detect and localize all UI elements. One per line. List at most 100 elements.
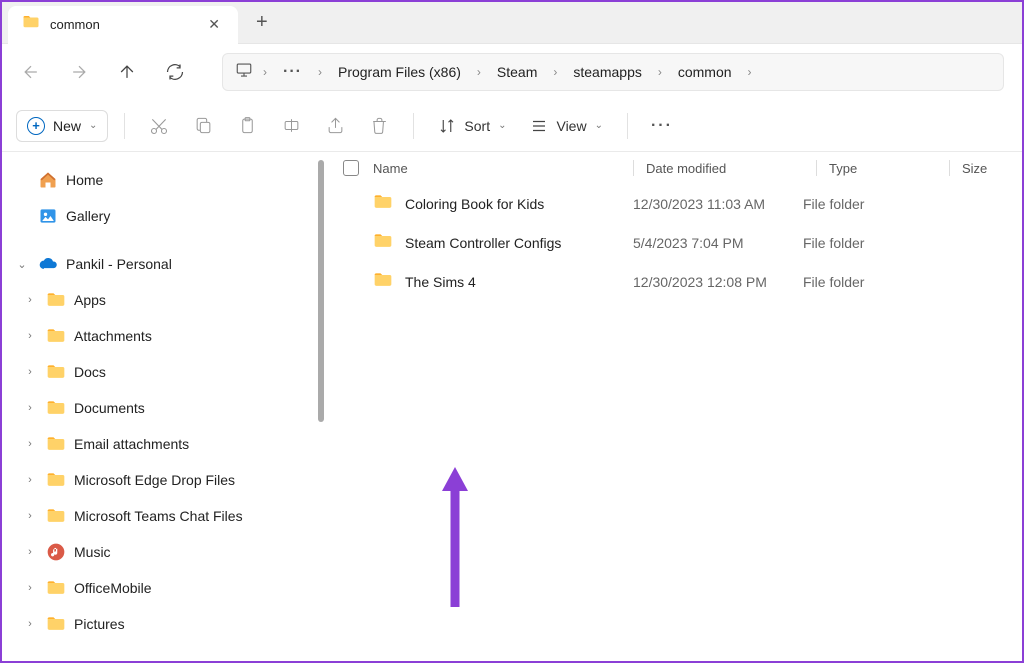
separator (949, 160, 950, 176)
folder-icon (46, 614, 66, 634)
separator (627, 113, 628, 139)
column-type[interactable]: Type (829, 161, 857, 176)
chevron-down-icon: ⌄ (498, 120, 506, 131)
chevron-right-icon[interactable]: › (22, 328, 38, 344)
nav-folder-item[interactable]: ›Attachments (2, 318, 327, 354)
nav-gallery[interactable]: Gallery (2, 198, 327, 234)
chevron-right-icon[interactable]: › (22, 544, 38, 560)
separator (633, 160, 634, 176)
delete-button[interactable] (361, 108, 397, 144)
chevron-right-icon[interactable]: › (22, 364, 38, 380)
address-bar[interactable]: › ··· › Program Files (x86) › Steam › st… (222, 53, 1004, 91)
sort-button[interactable]: Sort ⌄ (430, 113, 514, 139)
chevron-right-icon[interactable]: › (549, 65, 561, 79)
folder-icon (373, 231, 393, 254)
nav-folder-label: Docs (74, 364, 106, 380)
path-overflow[interactable]: ··· (277, 63, 308, 81)
chevron-right-icon[interactable]: › (22, 400, 38, 416)
folder-icon (46, 362, 66, 382)
forward-button[interactable] (68, 61, 90, 83)
file-name: Coloring Book for Kids (405, 196, 544, 212)
nav-label: Gallery (66, 208, 110, 224)
pc-icon (235, 61, 253, 84)
cloud-icon (38, 254, 58, 274)
nav-folder-item[interactable]: › Docs (2, 354, 327, 390)
gallery-icon (38, 206, 58, 226)
breadcrumb-segment[interactable]: Steam (491, 62, 543, 82)
breadcrumb-segment[interactable]: Program Files (x86) (332, 62, 467, 82)
copy-button[interactable] (185, 108, 221, 144)
folder-icon (46, 326, 66, 346)
folder-icon (46, 470, 66, 490)
body: Home Gallery ⌄ Pankil - Personal › Apps ›A… (2, 152, 1022, 661)
file-row[interactable]: Coloring Book for Kids12/30/2023 11:03 A… (327, 184, 1022, 223)
view-button[interactable]: View ⌄ (522, 113, 610, 139)
rename-button[interactable] (273, 108, 309, 144)
nav-folder-item[interactable]: ›Music (2, 534, 327, 570)
nav-folder-label: Apps (74, 292, 106, 308)
plus-icon: + (27, 117, 45, 135)
chevron-down-icon[interactable]: ⌄ (14, 256, 30, 272)
back-button[interactable] (20, 61, 42, 83)
chevron-right-icon[interactable]: › (22, 436, 38, 452)
navigation-pane[interactable]: Home Gallery ⌄ Pankil - Personal › Apps ›A… (2, 152, 327, 661)
scrollbar-thumb[interactable] (318, 160, 324, 422)
nav-folder-item[interactable]: ›OfficeMobile (2, 570, 327, 606)
chevron-right-icon[interactable]: › (22, 616, 38, 632)
up-button[interactable] (116, 61, 138, 83)
breadcrumb-segment[interactable]: common (672, 62, 738, 82)
folder-icon (46, 434, 66, 454)
sort-indicator-icon: ⌃ (499, 152, 507, 157)
separator (124, 113, 125, 139)
chevron-right-icon[interactable]: › (314, 65, 326, 79)
file-row[interactable]: The Sims 412/30/2023 12:08 PMFile folder (327, 262, 1022, 301)
breadcrumb-segment[interactable]: steamapps (567, 62, 647, 82)
cut-button[interactable] (141, 108, 177, 144)
chevron-right-icon[interactable]: › (22, 292, 38, 308)
new-tab-button[interactable]: + (256, 11, 268, 34)
refresh-button[interactable] (164, 61, 186, 83)
nav-folder-item[interactable]: › Apps (2, 282, 327, 318)
chevron-right-icon[interactable]: › (473, 65, 485, 79)
tab-close-button[interactable]: ✕ (204, 14, 224, 35)
nav-onedrive[interactable]: ⌄ Pankil - Personal (2, 246, 327, 282)
nav-folder-item[interactable]: › Email attachments (2, 426, 327, 462)
more-button[interactable]: ··· (644, 108, 680, 144)
tab-title: common (50, 17, 194, 32)
file-date: 12/30/2023 12:08 PM (633, 274, 803, 290)
file-row[interactable]: Steam Controller Configs5/4/2023 7:04 PM… (327, 223, 1022, 262)
column-size[interactable]: Size (962, 161, 987, 176)
paste-button[interactable] (229, 108, 265, 144)
file-type: File folder (803, 196, 923, 212)
nav-folder-item[interactable]: › Microsoft Edge Drop Files (2, 462, 327, 498)
sort-label: Sort (464, 118, 490, 134)
nav-folder-item[interactable]: ›Pictures (2, 606, 327, 642)
folder-icon (373, 270, 393, 293)
column-date[interactable]: Date modified (646, 161, 726, 176)
column-name[interactable]: Name (373, 161, 408, 176)
new-button[interactable]: + New ⌄ (16, 110, 108, 142)
file-type: File folder (803, 274, 923, 290)
titlebar: common ✕ + (2, 2, 1022, 44)
nav-folder-item[interactable]: ›Microsoft Teams Chat Files (2, 498, 327, 534)
navbar: › ··· › Program Files (x86) › Steam › st… (2, 44, 1022, 100)
chevron-right-icon[interactable]: › (744, 65, 756, 79)
nav-home[interactable]: Home (2, 162, 327, 198)
chevron-right-icon[interactable]: › (22, 508, 38, 524)
nav-folder-item[interactable]: ›Documents (2, 390, 327, 426)
active-tab[interactable]: common ✕ (8, 6, 238, 44)
separator (816, 160, 817, 176)
chevron-right-icon[interactable]: › (22, 472, 38, 488)
folder-icon (46, 506, 66, 526)
nav-label: Pankil - Personal (66, 256, 172, 272)
share-button[interactable] (317, 108, 353, 144)
select-all-checkbox[interactable] (343, 160, 359, 176)
folder-icon (373, 192, 393, 215)
new-label: New (53, 118, 81, 134)
nav-folder-label: Email attachments (74, 436, 189, 452)
nav-folder-label: Microsoft Edge Drop Files (74, 472, 235, 488)
chevron-right-icon[interactable]: › (259, 65, 271, 79)
chevron-right-icon[interactable]: › (22, 580, 38, 596)
chevron-right-icon[interactable]: › (654, 65, 666, 79)
file-list: ⌃ Name Date modified Type Size Coloring … (327, 152, 1022, 661)
